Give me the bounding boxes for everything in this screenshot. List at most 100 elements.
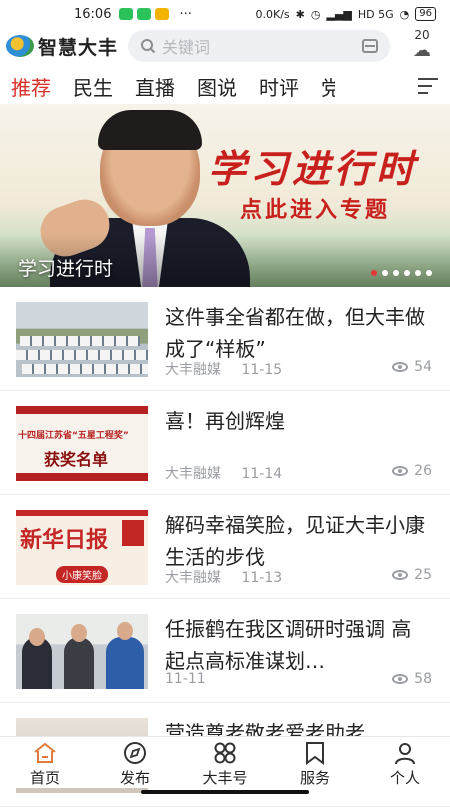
eye-icon [392,466,409,476]
news-title: 这件事全省都在做，但大丰做成了“样板” [165,305,425,361]
news-title: 喜！再创辉煌 [165,409,285,433]
wifi-icon: ◔ [399,7,410,21]
nav-service[interactable]: 服务 [270,737,360,788]
news-thumbnail [16,614,148,689]
news-views: 54 [392,359,432,375]
news-item[interactable]: 任振鹤在我区调研时强调 高起点高标准谋划… 11-11 58 [0,599,450,703]
view-count: 25 [414,567,432,583]
bluetooth-icon: ✱ [295,7,305,21]
compass-icon [124,742,146,764]
news-thumbnail [16,302,148,377]
status-more: ··· [179,6,192,22]
grid-icon [214,742,236,764]
news-list: 这件事全省都在做，但大丰做成了“样板” 大丰融媒 11-15 54 十四届江苏省… [0,287,450,807]
carousel-dot [393,270,399,276]
tab-live[interactable]: 直播 [135,72,175,101]
carousel-dot [426,270,432,276]
tab-party[interactable]: 党 [321,72,335,101]
tab-commentary[interactable]: 时评 [259,72,299,101]
wechat-icon-2 [137,8,152,20]
banner-subheadline: 点此进入专题 [240,198,391,223]
search-placeholder: 关键词 [162,38,211,57]
thumbnail-text: 十四届江苏省“五星工程奖” [18,431,129,441]
news-meta: 大丰融媒 11-14 [165,463,298,483]
bottom-nav: 首页 发布 大丰号 服务 个人 [0,736,450,788]
view-count: 26 [414,463,432,479]
news-views: 26 [392,463,432,479]
search-input[interactable]: 关键词 [128,30,390,62]
news-thumbnail: 十四届江苏省“五星工程奖” 获奖名单 [16,406,148,481]
app-logo[interactable]: 智慧大丰 [6,33,118,60]
eye-icon [392,362,409,372]
battery-icon: 96 [415,7,436,21]
view-count: 54 [414,359,432,375]
news-source: 大丰融媒 [165,362,221,378]
notification-icon [155,8,170,20]
carousel-dot [371,270,377,276]
tab-livelihood[interactable]: 民生 [73,72,113,101]
eye-icon [392,570,409,580]
news-title: 任振鹤在我区调研时强调 高起点高标准谋划… [165,617,412,673]
news-meta: 大丰融媒 11-13 [165,567,298,587]
nav-label: 发布 [119,769,150,787]
nav-label: 大丰号 [202,769,248,787]
thumbnail-text: 新华日报 [20,527,109,553]
news-date: 11-11 [165,671,206,687]
banner-headline: 学习进行时 [208,146,419,191]
news-thumbnail: 新华日报 小康笑脸 [16,510,148,585]
news-meta: 大丰融媒 11-15 [165,359,298,379]
scan-icon[interactable] [362,39,378,53]
carousel-dot [382,270,388,276]
banner-caption: 学习进行时 [18,258,114,280]
tab-recommend[interactable]: 推荐 [11,72,51,107]
view-count: 58 [414,671,432,687]
nav-label: 个人 [389,769,420,787]
news-item[interactable]: 这件事全省都在做，但大丰做成了“样板” 大丰融媒 11-15 54 [0,287,450,391]
nav-label: 服务 [299,769,330,787]
carousel-dot [415,270,421,276]
network-type: HD 5G [357,7,394,21]
person-icon [395,743,415,765]
home-icon [34,742,56,763]
nav-label: 首页 [29,769,60,787]
nav-home[interactable]: 首页 [0,737,90,788]
news-source: 大丰融媒 [165,466,221,482]
bookmark-icon [306,742,324,765]
thumbnail-text: 获奖名单 [44,450,109,469]
app-name: 智慧大丰 [38,36,119,59]
news-date: 11-15 [241,362,283,378]
news-views: 58 [392,671,432,687]
news-views: 25 [392,567,432,583]
news-title: 解码幸福笑脸，见证大丰小康生活的步伐 [165,513,425,569]
news-meta: 11-11 [165,671,222,687]
app-header: 智慧大丰 关键词 20 ☁ [0,26,450,66]
category-tabs: 推荐 民生 直播 图说 时评 党 [0,68,450,107]
status-right: 0.0K/s ✱ ◷ ▂▄▆ HD 5G ◔ 96 [256,7,436,21]
news-date: 11-14 [241,466,283,482]
news-item[interactable]: 新华日报 小康笑脸 解码幸福笑脸，见证大丰小康生活的步伐 大丰融媒 11-13 … [0,495,450,599]
cloud-icon: ☁ [413,40,431,61]
nav-publish[interactable]: 发布 [90,737,180,788]
status-time: 16:06 [74,6,112,22]
gesture-bar[interactable] [141,790,309,794]
wechat-icon [119,8,134,20]
status-bar: 16:06 ··· 0.0K/s ✱ ◷ ▂▄▆ HD 5G ◔ 96 [0,0,450,28]
eye-icon [392,674,409,684]
carousel-dot [404,270,410,276]
news-date: 11-13 [241,570,283,586]
carousel-indicator [371,270,432,276]
tab-pictures[interactable]: 图说 [197,72,237,101]
weather-widget[interactable]: 20 ☁ [408,28,436,60]
menu-icon[interactable] [418,78,438,99]
news-source: 大丰融媒 [165,570,221,586]
network-speed: 0.0K/s [255,7,290,21]
nav-dafeng-account[interactable]: 大丰号 [180,737,270,788]
logo-globe-icon [6,35,34,57]
news-item[interactable]: 十四届江苏省“五星工程奖” 获奖名单 喜！再创辉煌 大丰融媒 11-14 26 [0,391,450,495]
thumbnail-text: 小康笑脸 [56,566,108,583]
signal-icon: ▂▄▆ [326,7,352,21]
nav-personal[interactable]: 个人 [360,737,450,788]
alarm-icon: ◷ [310,7,321,21]
featured-banner[interactable]: 学习进行时 点此进入专题 学习进行时 [0,104,450,287]
search-icon [141,39,156,54]
